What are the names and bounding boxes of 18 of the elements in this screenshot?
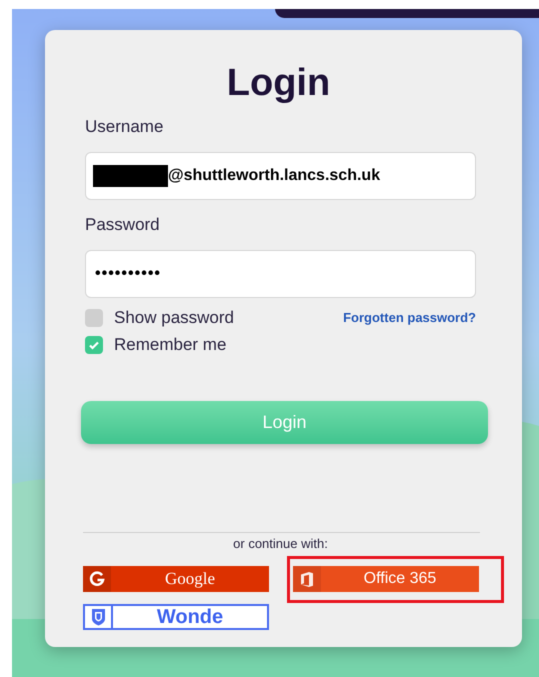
checkbox[interactable] <box>85 336 103 354</box>
checkmark-icon <box>88 339 100 351</box>
office-icon <box>300 570 314 588</box>
wonde-signin-button[interactable]: Wonde <box>83 604 269 630</box>
username-field[interactable]: @shuttleworth.lancs.sch.uk <box>85 152 476 200</box>
continue-with-label: or continue with: <box>232 536 329 552</box>
shield-icon <box>90 608 106 626</box>
field-label: Username <box>85 116 164 138</box>
google-signin-button[interactable]: Google <box>83 566 269 592</box>
g-letter-icon <box>89 571 105 587</box>
field-label: Password <box>85 214 161 236</box>
password-field[interactable]: •••••••••• <box>85 250 476 298</box>
checkbox-label[interactable]: Show password <box>114 305 234 331</box>
office365-signin-button[interactable]: Office 365 <box>293 566 479 592</box>
forgot-password-link[interactable]: Forgotten password? <box>343 308 476 328</box>
checkbox-label[interactable]: Remember me <box>114 332 226 358</box>
login-title: Login <box>226 61 332 106</box>
checkbox[interactable] <box>85 309 103 327</box>
